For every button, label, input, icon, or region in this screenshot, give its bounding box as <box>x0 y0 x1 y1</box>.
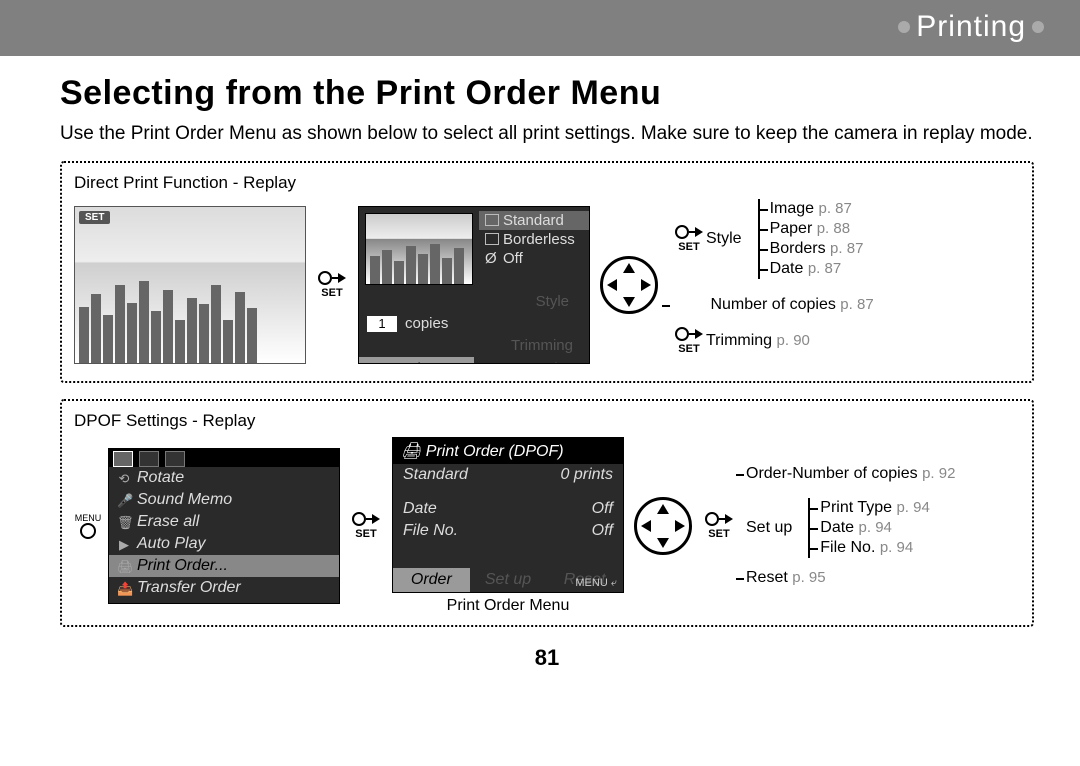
menu-return-label: MENU ⤶ <box>575 577 617 590</box>
page-number: 81 <box>60 645 1034 671</box>
replay-photo: SET <box>74 206 306 364</box>
dpof-setup-button[interactable]: Set up <box>470 568 547 592</box>
set-connector: SET <box>702 512 736 540</box>
dpof-caption: Print Order Menu <box>392 597 624 615</box>
replay-tabs <box>109 449 339 467</box>
style-option-borderless[interactable]: Borderless <box>479 230 589 249</box>
tab-icon[interactable] <box>165 451 185 467</box>
dpof-box: DPOF Settings - Replay MENU ⟲Rotate 🎤Sou… <box>60 399 1034 627</box>
ref-paper: Paper p. 88 <box>770 219 864 239</box>
dot-icon <box>1032 21 1044 33</box>
box1-label: Direct Print Function - Replay <box>74 173 1020 193</box>
dpof-row-date: DateOff <box>393 498 623 520</box>
ref-copies: Number of copies p. 87 <box>672 295 874 315</box>
section-title: Printing <box>892 10 1050 44</box>
set-label: SET <box>678 343 699 355</box>
ref-file-no: File No. p. 94 <box>820 538 930 558</box>
set-connector: SET <box>672 225 706 253</box>
style-row-dim: Style <box>359 291 589 313</box>
set-label: SET <box>708 528 729 540</box>
style-branch-label: Style <box>706 230 742 248</box>
dot-icon <box>898 21 910 33</box>
style-option-off[interactable]: ØOff <box>479 249 589 268</box>
ref-reset: Reset p. 95 <box>746 568 955 588</box>
menu-transfer-order[interactable]: 📤Transfer Order <box>109 577 339 599</box>
copies-row[interactable]: 1copies <box>359 313 589 335</box>
print-button[interactable]: Print <box>359 357 474 364</box>
dpof-title: 🖨 Print Order (DPOF) <box>393 438 623 464</box>
set-connector: SET <box>312 271 352 299</box>
set-connector: SET <box>672 327 706 355</box>
menu-print-order[interactable]: 🖨Print Order... <box>109 555 339 577</box>
style-option-standard[interactable]: Standard <box>479 211 589 230</box>
menu-label: MENU <box>75 513 102 523</box>
page-title: Selecting from the Print Order Menu <box>60 74 1034 113</box>
print-style-screen: Standard Borderless ØOff Style 1copies T… <box>358 206 590 364</box>
thumb-photo <box>365 213 473 285</box>
box2-label: DPOF Settings - Replay <box>74 411 1020 431</box>
set-connector: SET <box>346 512 386 540</box>
menu-button-indicator: MENU <box>74 513 102 539</box>
section-title-text: Printing <box>916 10 1026 43</box>
ref-date: Date p. 87 <box>770 259 864 279</box>
menu-button-icon <box>80 523 96 539</box>
dpad-icon <box>634 497 692 555</box>
menu-sound-memo[interactable]: 🎤Sound Memo <box>109 489 339 511</box>
ref-print-type: Print Type p. 94 <box>820 498 930 518</box>
cancel-button[interactable]: Cancel <box>474 357 589 364</box>
dpof-screen: 🖨 Print Order (DPOF) Standard0 prints Da… <box>392 437 624 593</box>
menu-rotate[interactable]: ⟲Rotate <box>109 467 339 489</box>
dpof-order-button[interactable]: Order <box>393 568 470 592</box>
ref-date: Date p. 94 <box>820 518 930 538</box>
set-badge: SET <box>79 211 110 224</box>
dpof-row-fileno: File No.Off <box>393 520 623 542</box>
menu-auto-play[interactable]: ▶Auto Play <box>109 533 339 555</box>
ref-order-copies: Order-Number of copies p. 92 <box>746 464 955 484</box>
setup-branch-label: Set up <box>746 519 792 537</box>
style-tree: SET Style Image p. 87 Paper p. 88 Border… <box>672 199 874 371</box>
replay-menu-screen: ⟲Rotate 🎤Sound Memo 🗑Erase all ▶Auto Pla… <box>108 448 340 604</box>
ref-borders: Borders p. 87 <box>770 239 864 259</box>
dpof-row-standard: Standard0 prints <box>393 464 623 486</box>
set-label: SET <box>678 241 699 253</box>
dpad-icon <box>600 256 658 314</box>
header-bar: Printing <box>0 0 1080 56</box>
menu-erase-all[interactable]: 🗑Erase all <box>109 511 339 533</box>
tab-icon[interactable] <box>139 451 159 467</box>
set-label: SET <box>355 528 376 540</box>
tab-icon[interactable] <box>113 451 133 467</box>
direct-print-box: Direct Print Function - Replay SET SET S… <box>60 161 1034 383</box>
dpof-tree: Order-Number of copies p. 92 Set up Prin… <box>746 464 955 588</box>
trimming-row-dim: Trimming <box>359 335 589 357</box>
ref-trimming: Trimming p. 90 <box>706 332 810 350</box>
ref-image: Image p. 87 <box>770 199 864 219</box>
set-label: SET <box>321 287 342 299</box>
intro-text: Use the Print Order Menu as shown below … <box>60 121 1034 147</box>
